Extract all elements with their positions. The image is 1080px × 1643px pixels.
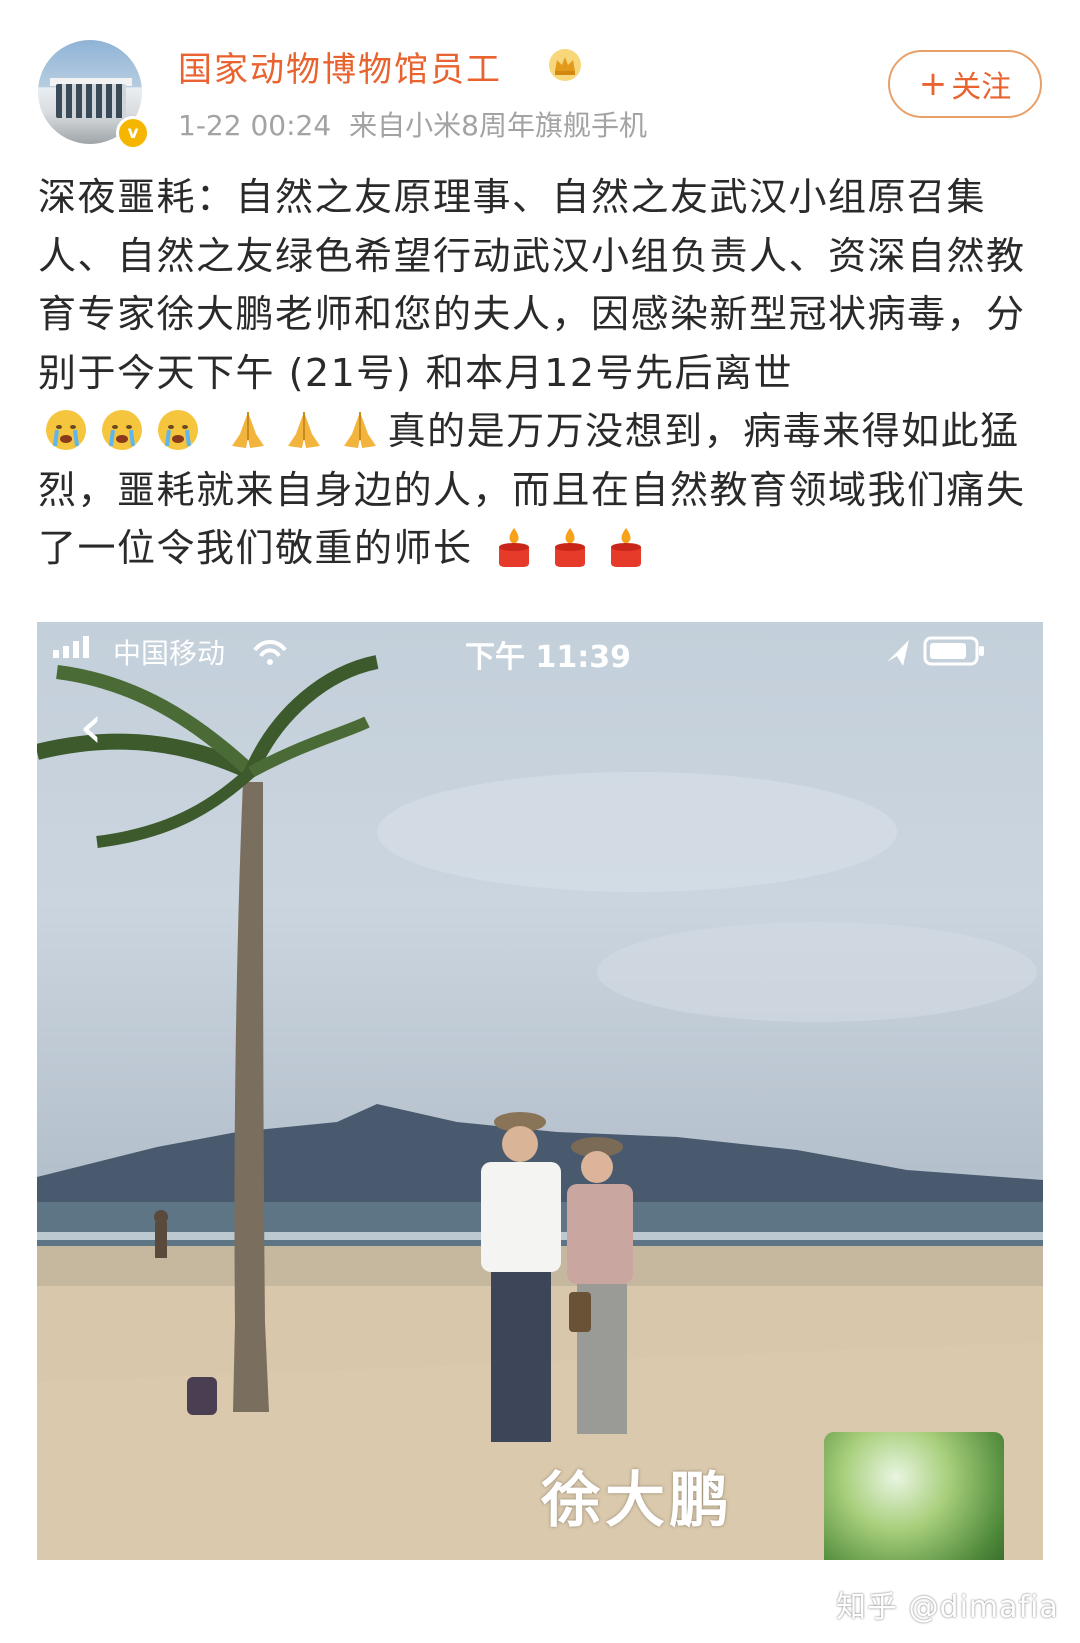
avatar-building xyxy=(56,84,126,118)
follow-label: 关注 xyxy=(951,70,1012,105)
folded-hands-icon xyxy=(231,412,264,448)
username[interactable]: 国家动物博物馆员工 xyxy=(178,42,502,91)
verified-badge-icon: v xyxy=(116,116,150,150)
photo-caption-name: 徐大鹏 xyxy=(541,1466,733,1536)
zhihu-watermark: 知乎 @dimafia xyxy=(836,1590,1059,1625)
folded-hands-icon xyxy=(343,412,376,448)
crying-face-icon xyxy=(158,410,198,450)
post-text-part-1: 深夜噩耗：自然之友原理事、自然之友武汉小组原召集人、自然之友绿色希望行动武汉小组… xyxy=(38,175,1026,395)
beach-scene xyxy=(37,636,1043,1560)
crown-icon xyxy=(549,49,581,81)
candle-icon xyxy=(499,528,530,567)
post-meta: 1-22 00:24 来自小米8周年旗舰手机 xyxy=(178,104,665,144)
status-time: 下午 11:39 xyxy=(465,640,631,675)
plus-icon: + xyxy=(918,64,948,104)
forest-thumbnail xyxy=(824,1432,1004,1560)
crying-face-icon xyxy=(102,410,142,450)
status-carrier: 中国移动 xyxy=(113,637,226,670)
post-photo[interactable]: 中国移动 下午 11:39 ‹ 徐大鹏 xyxy=(37,622,1043,1560)
avatar[interactable]: v xyxy=(38,40,150,150)
follow-button[interactable]: + 关注 xyxy=(888,50,1042,118)
post-source: 来自小米8周年旗舰手机 xyxy=(349,109,647,142)
candle-icon xyxy=(555,528,586,567)
back-chevron-icon: ‹ xyxy=(79,692,103,762)
post-text: 深夜噩耗：自然之友原理事、自然之友武汉小组原召集人、自然之友绿色希望行动武汉小组… xyxy=(38,168,1048,578)
candle-icon xyxy=(611,528,642,567)
crying-face-icon xyxy=(46,410,86,450)
folded-hands-icon xyxy=(287,412,320,448)
post-time: 1-22 00:24 xyxy=(178,109,332,142)
